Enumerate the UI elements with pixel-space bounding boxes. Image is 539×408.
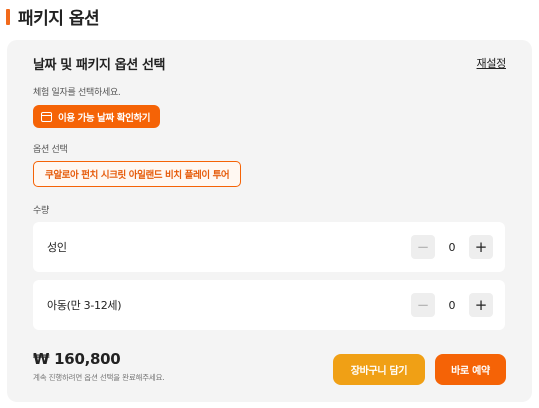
quantity-value: 0: [448, 298, 456, 312]
decrement-button[interactable]: −: [411, 293, 435, 317]
package-option-panel: 날짜 및 패키지 옵션 선택 재설정 체험 일자를 선택하세요. 이용 가능 날…: [7, 40, 532, 402]
increment-button[interactable]: +: [469, 235, 493, 259]
option-chip[interactable]: 쿠알로아 펀치 시크릿 아일랜드 비치 플레이 투어: [33, 161, 242, 187]
increment-button[interactable]: +: [469, 293, 493, 317]
book-now-button[interactable]: 바로 예약: [435, 354, 506, 385]
minus-icon: −: [416, 238, 430, 256]
option-label: 옵션 선택: [33, 145, 68, 155]
price-note: 계속 진행하려면 옵션 선택을 완료해주세요.: [33, 373, 165, 382]
check-available-dates-label: 이용 가능 날짜 확인하기: [58, 112, 151, 124]
quantity-stepper: − 0 +: [411, 293, 493, 317]
quantity-label: 수량: [33, 206, 49, 216]
quantity-row-label: 아동(만 3-12세): [47, 299, 122, 312]
quantity-stepper: − 0 +: [411, 235, 493, 259]
add-to-cart-button[interactable]: 장바구니 담기: [333, 354, 425, 385]
plus-icon: +: [474, 296, 488, 314]
check-available-dates-button[interactable]: 이용 가능 날짜 확인하기: [33, 105, 161, 128]
section-accent-bar: [6, 8, 10, 25]
section-header: 패키지 옵션: [6, 4, 100, 29]
date-label: 체험 일자를 선택하세요.: [33, 88, 121, 98]
decrement-button[interactable]: −: [411, 235, 435, 259]
quantity-row-child: 아동(만 3-12세) − 0 +: [33, 280, 505, 330]
plus-icon: +: [474, 238, 488, 256]
quantity-value: 0: [448, 240, 456, 254]
reset-link[interactable]: 재설정: [477, 55, 507, 71]
calendar-icon: [41, 111, 52, 122]
total-price: ₩ 160,800: [33, 350, 121, 368]
quantity-row-adult: 성인 − 0 +: [33, 222, 505, 272]
section-title: 패키지 옵션: [18, 9, 100, 29]
quantity-row-label: 성인: [47, 241, 67, 254]
minus-icon: −: [416, 296, 430, 314]
panel-title: 날짜 및 패키지 옵션 선택: [33, 58, 166, 73]
